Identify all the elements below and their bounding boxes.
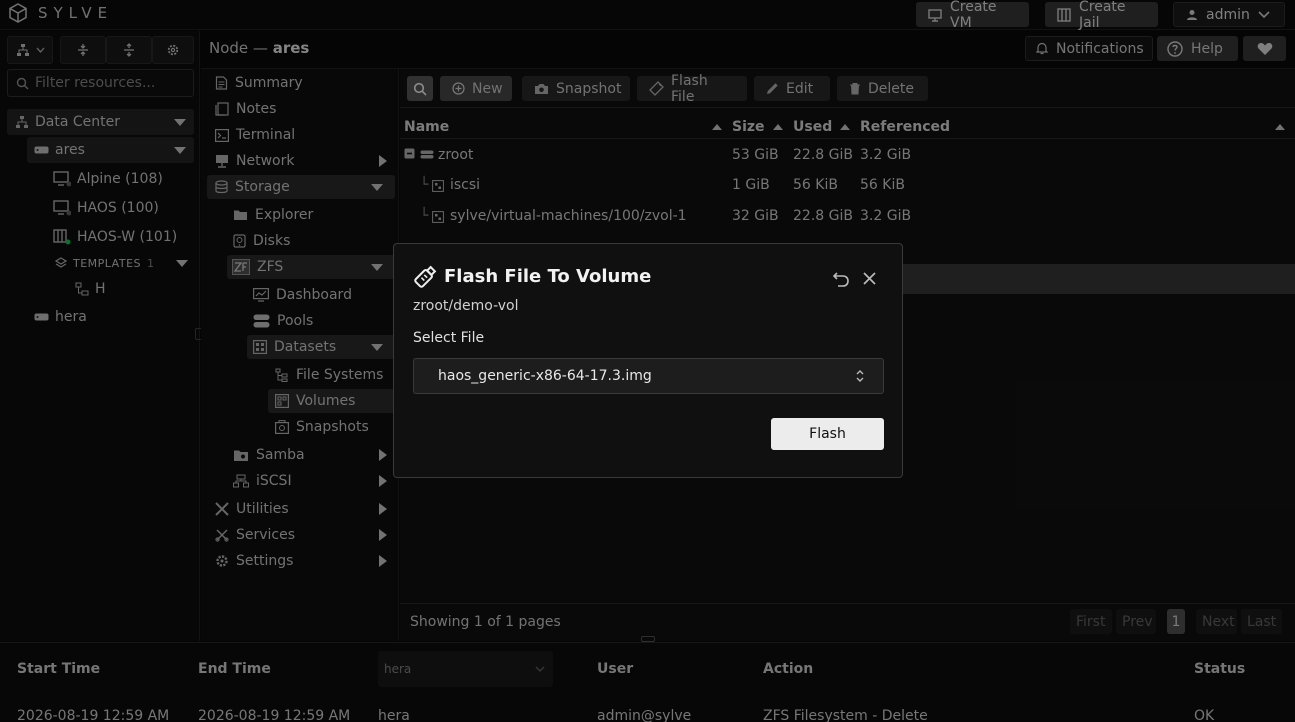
flash-button[interactable]: Flash (771, 418, 884, 450)
chevron-up-down-icon (855, 369, 865, 383)
select-file-dropdown[interactable]: haos_generic-x86-64-17.3.img (413, 358, 884, 394)
close-button[interactable] (862, 271, 877, 286)
select-file-label: Select File (413, 330, 485, 346)
volume-name: zroot/demo-vol (413, 298, 519, 314)
reset-button[interactable] (832, 270, 850, 288)
selected-file-value: haos_generic-x86-64-17.3.img (438, 368, 652, 384)
usb-drive-icon (413, 265, 437, 289)
flash-file-dialog: Flash File To Volume zroot/demo-vol Sele… (393, 243, 903, 478)
dialog-title: Flash File To Volume (444, 266, 652, 287)
